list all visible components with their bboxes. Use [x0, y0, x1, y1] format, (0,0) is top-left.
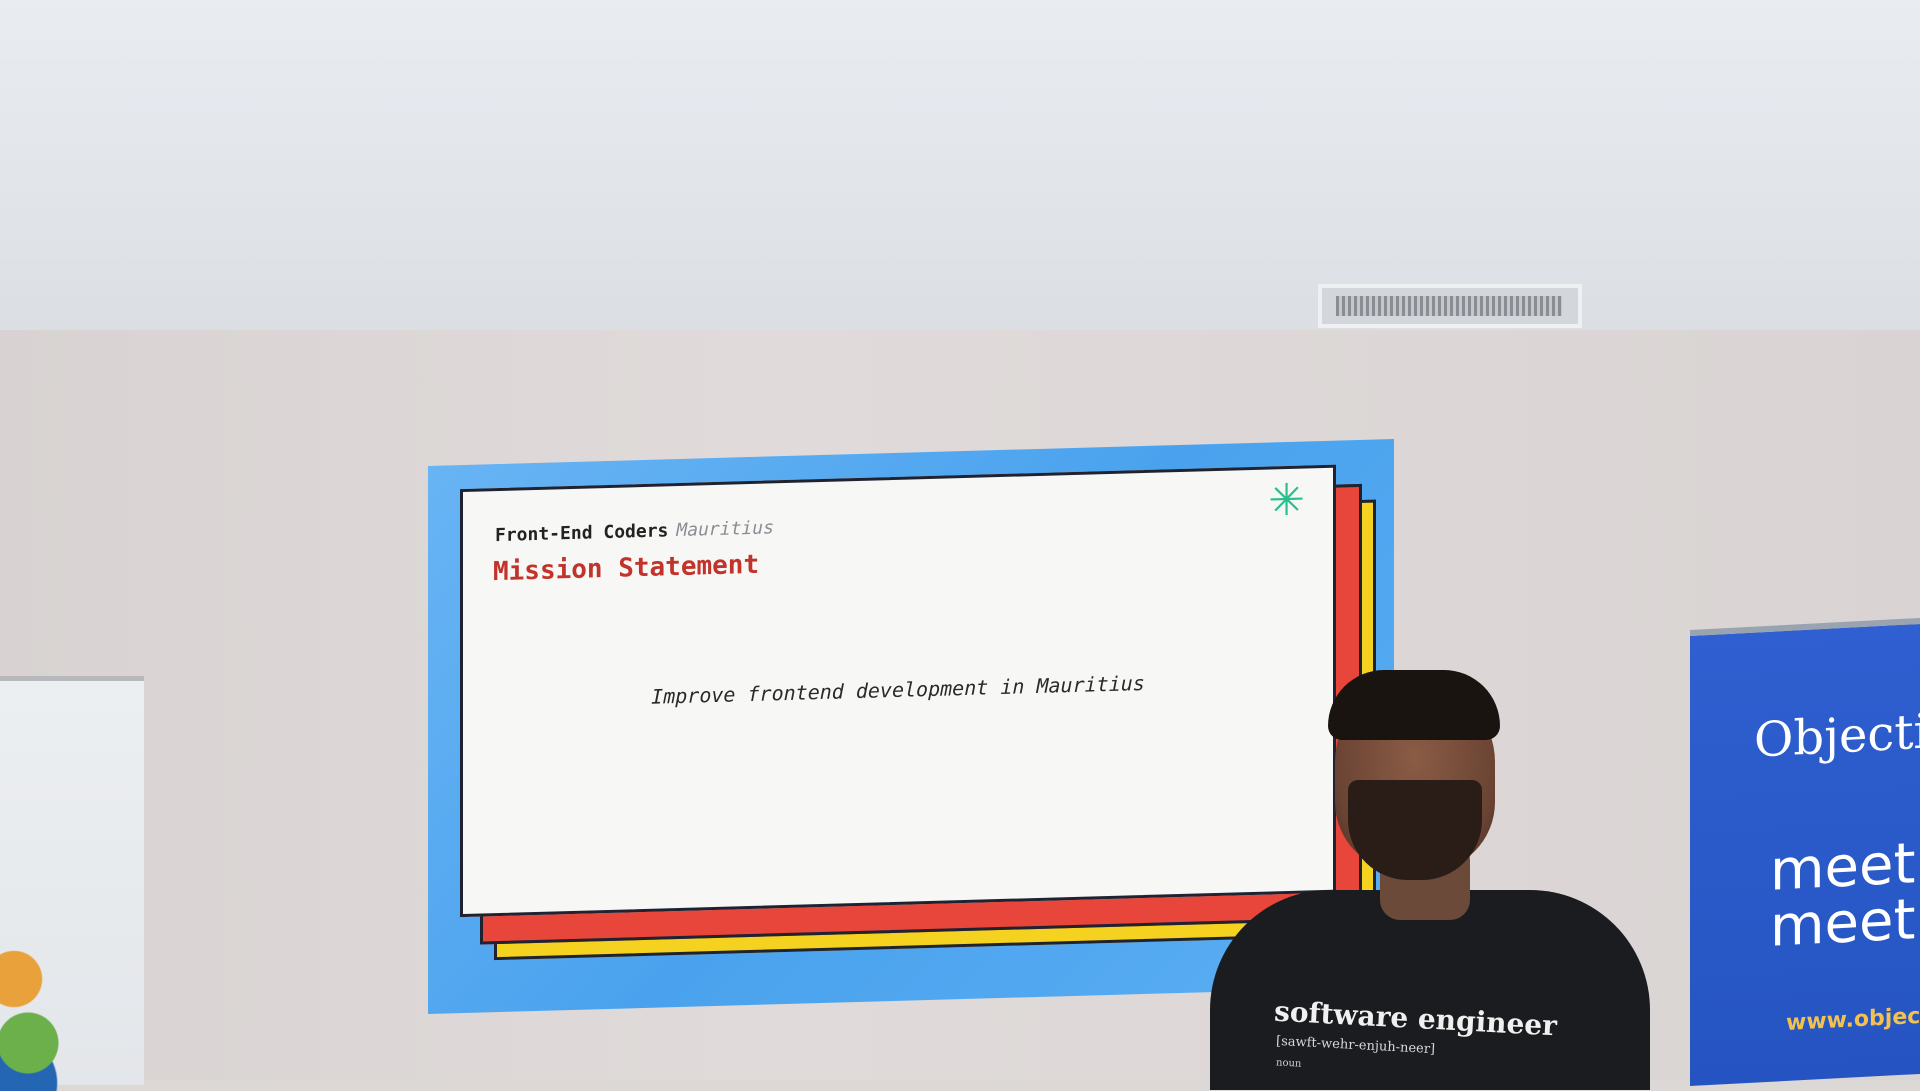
speaker: software engineer [sawft-wehr-enjuh-neer…	[1210, 670, 1650, 1090]
asterisk-icon: ✳	[1268, 474, 1305, 527]
shirt-part-of-speech: noun	[1275, 1057, 1302, 1070]
left-roll-up-banner	[0, 676, 144, 1091]
banner-logo-text: Objecti	[1754, 703, 1920, 769]
slide-card: Front-End Coders Mauritius Mission Statem…	[460, 464, 1336, 918]
slide-body-text: Improve frontend development in Mauritiu…	[651, 670, 1145, 709]
banner-slogan: meet meet	[1770, 831, 1916, 960]
slide-org-location: Mauritius	[676, 517, 774, 542]
slide-org-name: Front-End Coders	[495, 520, 669, 547]
banner-url: www.objecti	[1786, 1002, 1920, 1036]
air-vent	[1318, 284, 1582, 328]
right-roll-up-banner: Objecti meet meet www.objecti	[1690, 617, 1920, 1086]
banner-artwork	[0, 931, 70, 1091]
slide-org-heading: Front-End Coders Mauritius	[495, 517, 774, 546]
slide-title: Mission Statement	[493, 549, 760, 588]
speaker-hair	[1328, 670, 1500, 740]
